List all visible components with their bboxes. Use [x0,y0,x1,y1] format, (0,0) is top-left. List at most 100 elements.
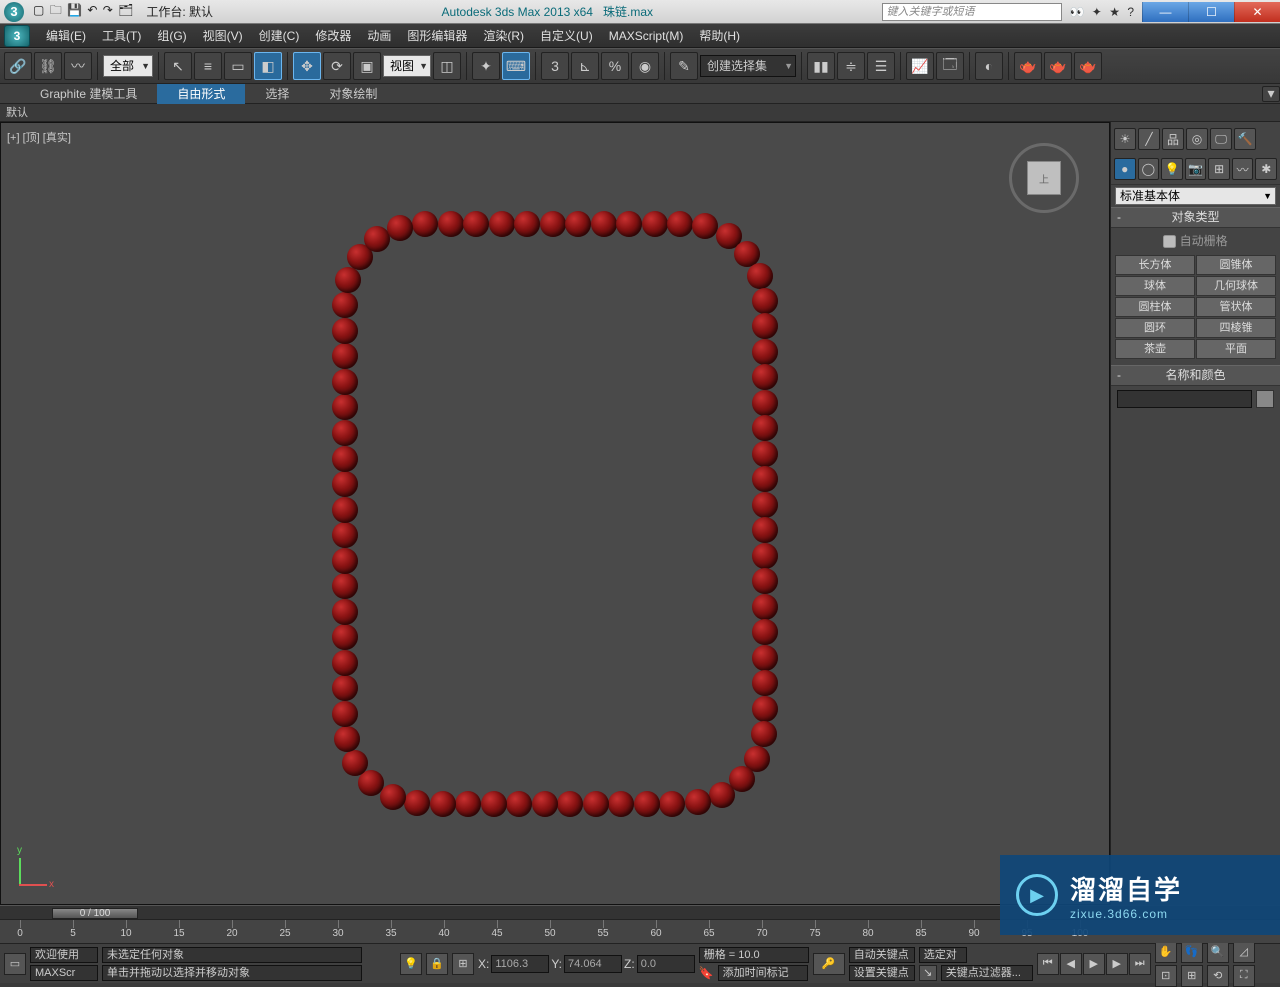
snap-angle-icon[interactable]: ⊾ [571,52,599,80]
category-dropdown[interactable]: 标准基本体 [1115,187,1276,205]
menu-graph[interactable]: 图形编辑器 [399,24,475,48]
ref-coord-dropdown[interactable]: 视图 [383,55,431,77]
key-icon[interactable]: 🔑 [813,953,845,975]
sparkle-icon[interactable]: ✦ [1092,5,1102,19]
prev-frame-icon[interactable]: ◀ [1060,953,1082,975]
nav-pan-icon[interactable]: ✋ [1155,941,1177,963]
prim-box[interactable]: 长方体 [1115,255,1195,275]
hierarchy-icon[interactable]: 品 [1162,128,1184,150]
mirror-icon[interactable]: ▮▮ [807,52,835,80]
menu-edit[interactable]: 编辑(E) [38,24,94,48]
shapes-icon[interactable]: ◯ [1138,158,1160,180]
lights-icon[interactable]: 💡 [1161,158,1183,180]
render-icon[interactable]: 🫖 [1074,52,1102,80]
prim-cylinder[interactable]: 圆柱体 [1115,297,1195,317]
nav-zoom-icon[interactable]: 🔍 [1207,941,1229,963]
utilities-hammer-icon[interactable]: 🔨 [1234,128,1256,150]
keyboard-shortcut-icon[interactable]: ⌨ [502,52,530,80]
close-button[interactable]: ✕ [1234,2,1280,22]
qa-proj-icon[interactable]: 🗂 [118,3,133,17]
prim-cone[interactable]: 圆锥体 [1196,255,1276,275]
nav-maximize-icon[interactable]: ⛶ [1233,965,1255,987]
app-icon[interactable]: 3 [4,2,24,22]
rollout-name-color[interactable]: -名称和颜色 [1111,365,1280,386]
color-swatch[interactable] [1256,390,1274,408]
cameras-icon[interactable]: 📷 [1185,158,1207,180]
named-selection-set[interactable]: 创建选择集 [700,55,796,77]
render-frame-icon[interactable]: 🫖 [1044,52,1072,80]
binoculars-icon[interactable]: 👀 [1070,5,1085,19]
align-icon[interactable]: ≑ [837,52,865,80]
menu-customize[interactable]: 自定义(U) [532,24,601,48]
prim-tube[interactable]: 管状体 [1196,297,1276,317]
bind-space-icon[interactable]: 〰 [64,52,92,80]
nav-orbit-icon[interactable]: ⟲ [1207,965,1229,987]
menu-maxscript[interactable]: MAXScript(M) [601,24,692,48]
qa-undo-icon[interactable]: ↶ [87,3,97,17]
tab-objpaint[interactable]: 对象绘制 [309,84,397,104]
select-icon[interactable]: ↖ [164,52,192,80]
viewport-label[interactable]: [+] [顶] [真实] [7,129,71,145]
ribbon-expand-icon[interactable]: ▾ [1262,86,1280,102]
keyfilter-button[interactable]: 关键点过滤器... [941,965,1033,981]
script-listener-icon[interactable]: ▭ [4,953,26,975]
qa-open-icon[interactable]: 🗀 [50,1,62,22]
menu-create[interactable]: 创建(C) [251,24,308,48]
maximize-button[interactable]: ☐ [1188,2,1234,22]
sun-icon[interactable]: ☀ [1114,128,1136,150]
z-field[interactable]: 0.0 [637,955,695,973]
schematic-icon[interactable]: 🗔 [936,52,964,80]
select-name-icon[interactable]: ≡ [194,52,222,80]
unlink-icon[interactable]: ⛓ [34,52,62,80]
help-search[interactable]: 键入关键字或短语 [882,3,1062,21]
helpers-icon[interactable]: ⊞ [1208,158,1230,180]
selection-filter[interactable]: 全部 [103,55,153,77]
prim-plane[interactable]: 平面 [1196,339,1276,359]
rollout-object-type[interactable]: -对象类型 [1111,207,1280,228]
rotate-icon[interactable]: ⟳ [323,52,351,80]
link-icon[interactable]: 🔗 [4,52,32,80]
nav-zoomext-icon[interactable]: ⊞ [1181,965,1203,987]
keymode-icon[interactable]: ↘ [919,965,937,981]
star-icon[interactable]: ★ [1109,5,1120,19]
menu-animation[interactable]: 动画 [359,24,399,48]
snap-percent-icon[interactable]: % [601,52,629,80]
prim-sphere[interactable]: 球体 [1115,276,1195,296]
prim-geosphere[interactable]: 几何球体 [1196,276,1276,296]
curve-panel-icon[interactable]: ╱ [1138,128,1160,150]
display-icon[interactable]: 🖵 [1210,128,1232,150]
geometry-icon[interactable]: ● [1114,158,1136,180]
named-selection-icon[interactable]: ✎ [670,52,698,80]
scale-icon[interactable]: ▣ [353,52,381,80]
minimize-button[interactable]: — [1142,2,1188,22]
y-field[interactable]: 74.064 [564,955,622,973]
next-frame-icon[interactable]: ▶ [1106,953,1128,975]
time-slider[interactable]: 0 / 100 [52,908,138,919]
lock-icon[interactable]: 🔒 [426,953,448,975]
tab-freeform[interactable]: 自由形式 [157,84,245,104]
snap-spinner-icon[interactable]: ◉ [631,52,659,80]
selected-button[interactable]: 选定对 [919,947,967,963]
tag-icon[interactable]: 🔖 [699,966,714,980]
autokey-button[interactable]: 自动关键点 [849,947,915,963]
prim-teapot[interactable]: 茶壶 [1115,339,1195,359]
prim-pyramid[interactable]: 四棱锥 [1196,318,1276,338]
select-region-icon[interactable]: ▭ [224,52,252,80]
nav-fov-icon[interactable]: ◿ [1233,941,1255,963]
goto-end-icon[interactable]: ⏭ [1129,953,1151,975]
setkey-button[interactable]: 设置关键点 [849,965,915,981]
add-time-tag[interactable]: 添加时间标记 [718,965,808,981]
object-name-field[interactable] [1117,390,1252,408]
qa-new-icon[interactable]: ▢ [33,3,44,17]
window-crossing-icon[interactable]: ◧ [254,52,282,80]
menu-modifiers[interactable]: 修改器 [307,24,359,48]
menu-tools[interactable]: 工具(T) [94,24,149,48]
x-field[interactable]: 1106.3 [491,955,549,973]
qa-save-icon[interactable]: 💾 [67,3,82,17]
menu-group[interactable]: 组(G) [149,24,194,48]
pivot-icon[interactable]: ◫ [433,52,461,80]
render-setup-icon[interactable]: 🫖 [1014,52,1042,80]
autogrid-checkbox[interactable] [1163,235,1176,248]
isolate-icon[interactable]: 💡 [400,953,422,975]
spacewarps-icon[interactable]: 〰 [1232,158,1254,180]
